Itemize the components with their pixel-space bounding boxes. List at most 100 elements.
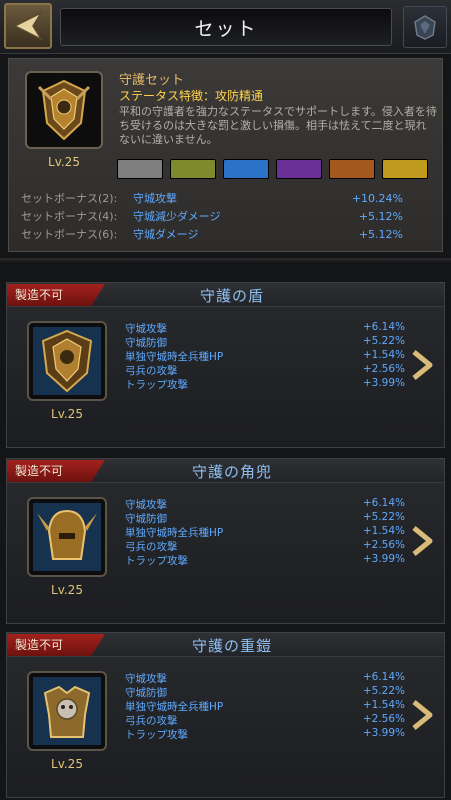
header-bar: セット: [0, 0, 451, 54]
item-level: Lv.25: [51, 757, 83, 771]
stat-row: トラップ攻撃 +3.99%: [125, 377, 405, 391]
set-icon-frame[interactable]: [25, 71, 103, 149]
stat-row: 弓兵の攻撃 +2.56%: [125, 363, 405, 377]
stat-row: 守城防御 +5.22%: [125, 335, 405, 349]
quality-swatch-blue[interactable]: [223, 159, 269, 179]
item-card-shield[interactable]: 製造不可 守護の盾 Lv.25 守城攻撃 +6.14% 守城防御 +5.22% 単独…: [6, 282, 445, 448]
bonus-label: セットボーナス(4):: [21, 210, 118, 223]
quality-swatch-gold[interactable]: [382, 159, 428, 179]
crest-icon: [414, 15, 436, 40]
stat-value: +2.56%: [362, 713, 405, 725]
title-plate: セット: [60, 8, 392, 46]
quality-swatch-green[interactable]: [170, 159, 216, 179]
stat-name: 弓兵の攻撃: [125, 365, 178, 377]
item-icon-frame[interactable]: [27, 321, 107, 401]
stat-name: トラップ攻撃: [125, 729, 188, 741]
quality-swatch-gray[interactable]: [117, 159, 163, 179]
not-craftable-badge: 製造不可: [7, 634, 105, 656]
bonus-label: セットボーナス(2):: [21, 192, 118, 205]
badge-label: 製造不可: [15, 288, 64, 302]
item-icon-frame[interactable]: [27, 497, 107, 577]
stat-value: +1.54%: [362, 699, 405, 711]
stat-name: 守城攻撃: [125, 499, 167, 511]
stat-value: +3.99%: [362, 727, 405, 739]
stat-row: 単独守城時全兵種HP +1.54%: [125, 699, 405, 713]
not-craftable-badge: 製造不可: [7, 460, 105, 482]
stat-name: トラップ攻撃: [125, 555, 188, 567]
open-item-button[interactable]: [408, 523, 436, 559]
stat-name: 単独守城時全兵種HP: [125, 527, 224, 539]
set-feature: ステータス特徴：攻防精通: [119, 89, 264, 103]
stat-value: +1.54%: [362, 349, 405, 361]
item-title: 守護の角兜: [191, 463, 272, 481]
stat-value: +5.22%: [362, 335, 405, 347]
stat-row: 守城攻撃 +6.14%: [125, 497, 405, 511]
quality-swatches: [117, 159, 428, 179]
stat-name: 弓兵の攻撃: [125, 715, 178, 727]
badge-label: 製造不可: [15, 638, 64, 652]
stat-value: +3.99%: [362, 377, 405, 389]
stat-row: 守城攻撃 +6.14%: [125, 321, 405, 335]
menu-button[interactable]: [403, 6, 447, 48]
stat-name: 守城攻撃: [125, 323, 167, 335]
stat-row: 単独守城時全兵種HP +1.54%: [125, 349, 405, 363]
bonus-value: +5.12%: [358, 209, 403, 223]
stat-name: 弓兵の攻撃: [125, 541, 178, 553]
set-description: 平和の守護者を強力なステータスでサポートします。侵入者を待ち受けるのは大きな罰と…: [119, 105, 437, 146]
stat-value: +6.14%: [362, 497, 405, 509]
bonus-value: +10.24%: [351, 191, 403, 205]
bonus-value: +5.12%: [358, 227, 403, 241]
back-button[interactable]: [4, 3, 52, 49]
stat-row: 単独守城時全兵種HP +1.54%: [125, 525, 405, 539]
set-bonus-row: セットボーナス(6): 守城ダメージ +5.12%: [21, 225, 431, 243]
item-stats: 守城攻撃 +6.14% 守城防御 +5.22% 単独守城時全兵種HP +1.54% 弓…: [125, 671, 405, 741]
item-icon-frame[interactable]: [27, 671, 107, 751]
item-title: 守護の重鎧: [191, 637, 272, 655]
stat-name: 単独守城時全兵種HP: [125, 701, 224, 713]
horned-helmet-icon: [33, 503, 101, 571]
stat-value: +5.22%: [362, 685, 405, 697]
item-level: Lv.25: [51, 407, 83, 421]
stat-name: 守城防御: [125, 687, 167, 699]
not-craftable-badge: 製造不可: [7, 284, 105, 306]
item-stats: 守城攻撃 +6.14% 守城防御 +5.22% 単独守城時全兵種HP +1.54% 弓…: [125, 497, 405, 567]
stat-name: 守城攻撃: [125, 673, 167, 685]
item-title: 守護の盾: [199, 287, 264, 305]
stat-name: トラップ攻撃: [125, 379, 188, 391]
chevron-right-icon: [412, 526, 433, 556]
stat-row: 弓兵の攻撃 +2.56%: [125, 539, 405, 553]
bonus-name: 守城攻撃: [133, 192, 177, 205]
item-card-armor[interactable]: 製造不可 守護の重鎧 Lv.25 守城攻撃 +6.14% 守城防御 +5.22% 単…: [6, 632, 445, 798]
set-name: 守護セット: [119, 73, 185, 88]
stat-row: 守城攻撃 +6.14%: [125, 671, 405, 685]
bonus-name: 守城ダメージ: [133, 228, 199, 241]
set-bonus-list: セットボーナス(2): 守城攻撃 +10.24% セットボーナス(4): 守城減…: [21, 189, 431, 249]
stat-value: +6.14%: [362, 321, 405, 333]
open-item-button[interactable]: [408, 697, 436, 733]
stat-value: +2.56%: [362, 363, 405, 375]
stat-row: トラップ攻撃 +3.99%: [125, 553, 405, 567]
stat-row: 守城防御 +5.22%: [125, 685, 405, 699]
quality-swatch-purple[interactable]: [276, 159, 322, 179]
stat-value: +1.54%: [362, 525, 405, 537]
quality-swatch-orange[interactable]: [329, 159, 375, 179]
stat-name: 守城防御: [125, 513, 167, 525]
stat-value: +2.56%: [362, 539, 405, 551]
set-level: Lv.25: [48, 155, 80, 169]
open-item-button[interactable]: [408, 347, 436, 383]
chevron-right-icon: [412, 700, 433, 730]
heavy-armor-icon: [33, 677, 101, 745]
set-bonus-row: セットボーナス(4): 守城減少ダメージ +5.12%: [21, 207, 431, 225]
chevron-right-icon: [412, 350, 433, 380]
bonus-label: セットボーナス(6):: [21, 228, 118, 241]
section-divider: [0, 258, 451, 264]
shield-icon: [33, 327, 101, 395]
stat-value: +3.99%: [362, 553, 405, 565]
back-arrow-icon: [13, 11, 44, 41]
stat-name: 単独守城時全兵種HP: [125, 351, 224, 363]
stat-row: トラップ攻撃 +3.99%: [125, 727, 405, 741]
item-level: Lv.25: [51, 583, 83, 597]
stat-value: +6.14%: [362, 671, 405, 683]
item-card-helmet[interactable]: 製造不可 守護の角兜 Lv.25 守城攻撃 +6.14% 守城防御 +5.22% 単…: [6, 458, 445, 624]
stat-name: 守城防御: [125, 337, 167, 349]
